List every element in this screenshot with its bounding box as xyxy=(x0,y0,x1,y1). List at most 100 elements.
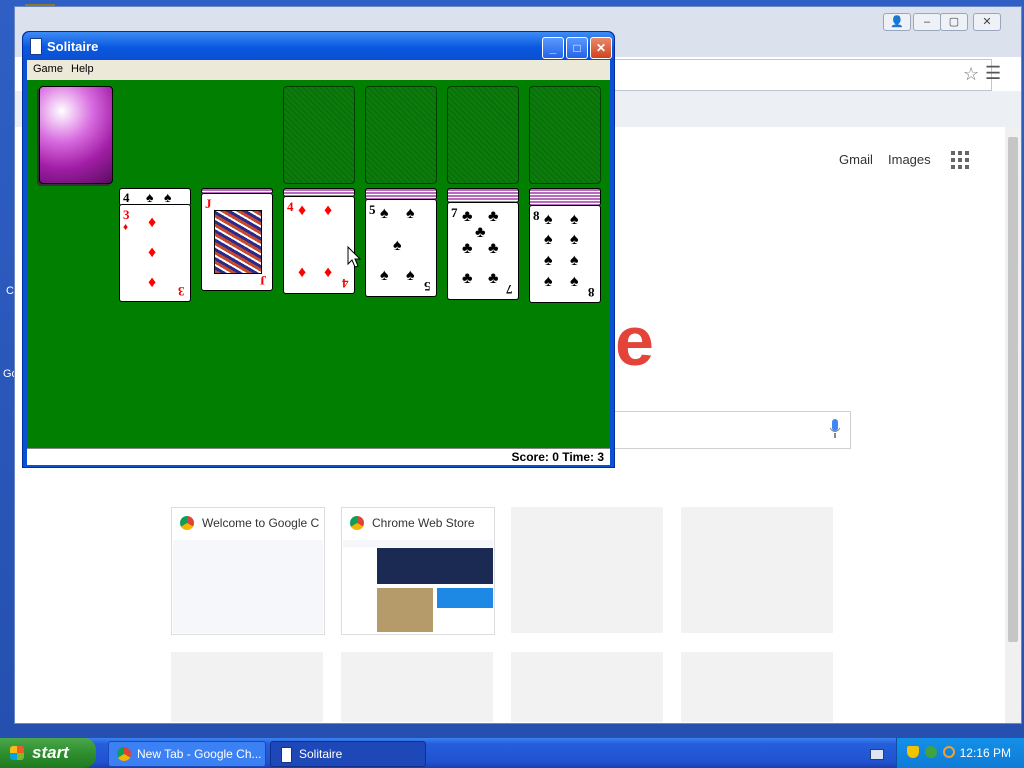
search-icon[interactable] xyxy=(943,746,955,758)
spade-icon: ♠ xyxy=(570,231,579,248)
start-label: start xyxy=(32,743,69,762)
tile-thumbnail xyxy=(173,540,323,633)
card-rank: 5 xyxy=(424,279,431,294)
foundation-slot[interactable] xyxy=(447,86,519,184)
playing-card[interactable]: 5 ♠ ♠ ♠ ♠ ♠ 5 xyxy=(365,199,437,297)
card-suit: ♦ xyxy=(123,222,129,233)
taskbar-item-label: Solitaire xyxy=(299,747,343,761)
spade-icon: ♠ xyxy=(380,267,389,284)
card-rank: J xyxy=(205,196,212,211)
system-tray: 12:16 PM xyxy=(896,738,1024,768)
tile-title: Welcome to Google C xyxy=(202,516,320,530)
chrome-icon xyxy=(350,516,364,530)
menu-game[interactable]: Game xyxy=(33,63,63,75)
search-input[interactable] xyxy=(611,411,851,449)
club-icon: ♣ xyxy=(488,208,499,225)
card-rank: 5 xyxy=(369,202,376,217)
card-rank: 4 xyxy=(123,190,130,205)
diamond-icon: ♦ xyxy=(148,244,157,261)
chrome-icon xyxy=(180,516,194,530)
spade-icon: ♠ xyxy=(570,273,579,290)
spade-icon: ♠ xyxy=(393,237,402,254)
taskbar-item-chrome[interactable]: New Tab - Google Ch... xyxy=(108,741,266,767)
omnibox[interactable]: ☆ xyxy=(611,59,992,91)
playing-card[interactable]: 3 ♦ ♦ ♦ ♦ 3 xyxy=(119,204,191,302)
most-visited-tile[interactable]: Welcome to Google C xyxy=(171,507,325,635)
diamond-icon: ♦ xyxy=(148,214,157,231)
solitaire-app-icon xyxy=(30,38,42,55)
minimize-button[interactable]: _ xyxy=(542,37,564,59)
gmail-link[interactable]: Gmail xyxy=(839,152,873,167)
club-icon: ♣ xyxy=(462,208,473,225)
empty-tile xyxy=(511,507,663,633)
windows-logo-icon xyxy=(10,746,24,760)
diamond-icon: ♦ xyxy=(298,202,307,219)
playing-card[interactable]: 7 ♣ ♣ ♣ ♣ ♣ ♣ ♣ 7 xyxy=(447,202,519,300)
menu-icon[interactable]: ☰ xyxy=(985,63,1001,84)
spade-icon: ♠ xyxy=(406,267,415,284)
club-icon: ♣ xyxy=(475,224,486,241)
security-shield-icon[interactable] xyxy=(907,746,919,758)
solitaire-app-icon xyxy=(281,747,292,763)
status-bar: Score: 0 Time: 3 xyxy=(27,448,610,465)
club-icon: ♣ xyxy=(462,240,473,257)
empty-tile xyxy=(171,652,323,722)
apps-grid-icon[interactable] xyxy=(951,151,969,169)
mouse-cursor-icon xyxy=(347,246,361,268)
playing-card[interactable]: 4 ♦ ♦ ♦ ♦ 4 xyxy=(283,196,355,294)
minimize-button[interactable]: – xyxy=(913,13,941,31)
diamond-icon: ♦ xyxy=(298,264,307,281)
images-link[interactable]: Images xyxy=(888,152,931,167)
club-icon: ♣ xyxy=(488,240,499,257)
titlebar[interactable]: Solitaire _ □ ✕ xyxy=(23,32,614,60)
spade-icon: ♠ xyxy=(544,252,553,269)
card-rank: 4 xyxy=(287,199,294,214)
card-rank: 8 xyxy=(533,208,540,223)
card-rank: 7 xyxy=(506,282,513,297)
taskbar-item-solitaire[interactable]: Solitaire xyxy=(270,741,426,767)
jack-face-icon xyxy=(214,210,262,274)
game-table: 4 ♠ ♠ 3 ♦ ♦ ♦ ♦ 3 J J 4 ♦ ♦ ♦ ♦ 4 5 ♠ ♠ … xyxy=(27,80,610,448)
clock[interactable]: 12:16 PM xyxy=(960,746,1011,760)
foundation-slot[interactable] xyxy=(365,86,437,184)
person-icon[interactable]: 👤 xyxy=(883,13,911,31)
foundation-slot[interactable] xyxy=(283,86,355,184)
card-rank: 3 xyxy=(178,284,185,299)
start-button[interactable]: start xyxy=(0,738,96,768)
keyboard-icon[interactable] xyxy=(870,749,884,760)
empty-tile xyxy=(341,652,493,722)
foundation-slot[interactable] xyxy=(529,86,601,184)
empty-tile xyxy=(681,652,833,722)
spade-icon: ♠ xyxy=(544,211,553,228)
playing-card[interactable]: 8 ♠ ♠ ♠ ♠ ♠ ♠ ♠ ♠ 8 xyxy=(529,205,601,303)
playing-card[interactable]: J J xyxy=(201,193,273,291)
spade-icon: ♠ xyxy=(406,205,415,222)
microphone-icon[interactable] xyxy=(829,419,841,439)
face-down-card xyxy=(529,188,601,206)
tile-title: Chrome Web Store xyxy=(372,516,475,530)
star-icon[interactable]: ☆ xyxy=(963,64,979,85)
diamond-icon: ♦ xyxy=(148,274,157,291)
spade-icon: ♠ xyxy=(380,205,389,222)
most-visited-tile[interactable]: Chrome Web Store xyxy=(341,507,495,635)
stock-pile[interactable] xyxy=(39,86,113,184)
close-button[interactable]: ✕ xyxy=(973,13,1001,31)
desktop-icon-label: C xyxy=(6,285,14,297)
close-button[interactable]: ✕ xyxy=(590,37,612,59)
card-suit: ♠ xyxy=(164,189,172,205)
scrollbar-thumb[interactable] xyxy=(1008,137,1018,642)
card-rank: J xyxy=(260,273,267,288)
diamond-icon: ♦ xyxy=(324,202,333,219)
card-rank: 4 xyxy=(342,276,349,291)
card-rank: 8 xyxy=(588,285,595,300)
empty-tile xyxy=(681,507,833,633)
diamond-icon: ♦ xyxy=(324,264,333,281)
menu-help[interactable]: Help xyxy=(71,63,94,75)
spade-icon: ♠ xyxy=(570,252,579,269)
maximize-button[interactable]: ▢ xyxy=(940,13,968,31)
network-icon[interactable] xyxy=(925,746,937,758)
spade-icon: ♠ xyxy=(544,231,553,248)
spade-icon: ♠ xyxy=(570,211,579,228)
solitaire-window: Solitaire _ □ ✕ Game Help 4 ♠ ♠ 3 ♦ ♦ ♦ … xyxy=(22,31,615,468)
maximize-button[interactable]: □ xyxy=(566,37,588,59)
